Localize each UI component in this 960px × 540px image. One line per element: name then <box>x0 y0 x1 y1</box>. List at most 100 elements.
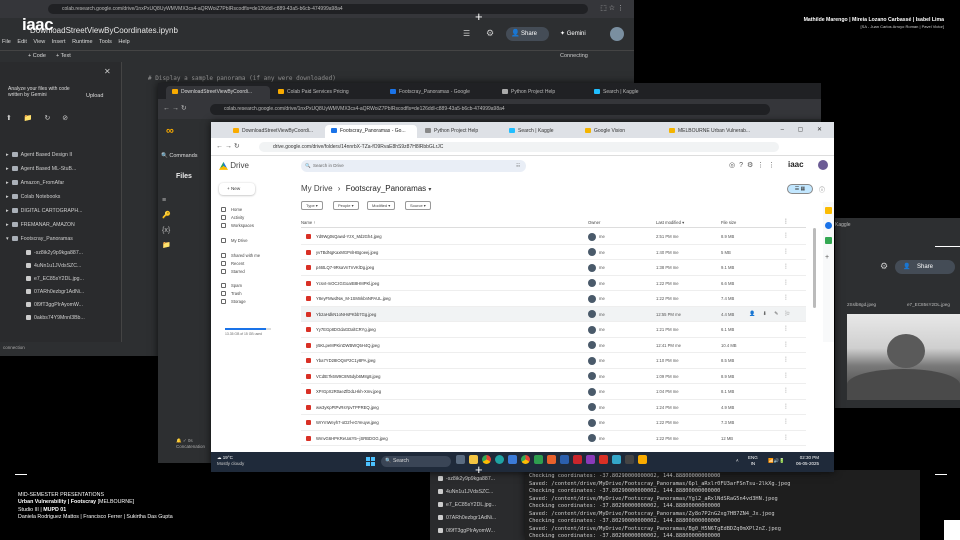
colab-back-url[interactable]: colab.research.google.com/drive/1nxPxUQ8… <box>48 4 588 14</box>
file-row[interactable]: yvTBdNgKaxMGPnlHBgoeej.jpeg me 1:40 PM me 5… <box>301 245 806 260</box>
col-more-icon[interactable]: ⋮ <box>783 218 789 225</box>
row-more-icon[interactable]: ⋮ <box>783 263 789 270</box>
row-more-icon[interactable]: ⋮ <box>783 372 789 379</box>
filter-people-chip[interactable]: People ▾ <box>333 201 359 210</box>
filter-modified-chip[interactable]: Modified ▾ <box>367 201 396 210</box>
app-green-icon[interactable] <box>534 455 543 464</box>
app-blue-icon[interactable] <box>560 455 569 464</box>
task-view-icon[interactable] <box>456 455 465 464</box>
file-row[interactable]: WmvG6HPKReUatY5--jSRBDGG.jpeg me 1:22 PM m… <box>301 431 806 446</box>
comment-icon[interactable]: ☰ <box>463 29 470 38</box>
taskbar-clock[interactable]: 02:30 PM 06-05-2025 <box>796 455 819 467</box>
right-kaggle-tab[interactable]: Kaggle <box>835 222 851 228</box>
row-more-icon[interactable]: ⋮ <box>783 294 789 301</box>
front-tab-python[interactable]: Python Project Help <box>419 125 501 138</box>
breadcrumb-my-drive[interactable]: My Drive <box>301 184 333 193</box>
folder-item[interactable]: ▸ Amazon_FromAfar <box>6 180 64 186</box>
bottom-file-item[interactable]: e7_EC85sY2DL.jpg... <box>438 502 496 508</box>
mid-nav-icons[interactable]: ← → ↻ <box>163 104 187 112</box>
app-red-icon[interactable] <box>599 455 608 464</box>
start-windows-icon[interactable] <box>366 457 375 466</box>
folder-item[interactable]: ▸ DIGITAL CARTOGRAPH... <box>6 208 82 214</box>
file-item[interactable]: e7_EC85sY2DL.jpg... <box>26 276 84 282</box>
filter-source-chip[interactable]: Source ▾ <box>405 201 431 210</box>
row-more-icon[interactable]: ⋮ <box>783 248 789 255</box>
menu-edit[interactable]: Edit <box>17 39 26 45</box>
file-row[interactable]: Yy7EGp8DOdaGDaltCRYg.jpeg me 1:21 PM me 6.1… <box>301 322 806 338</box>
file-row[interactable]: XPrGpX2R0aeZfDdLHkh-Xmv.jpeg me 1:04 PM me… <box>301 384 806 400</box>
row-more-icon[interactable]: ⋮ <box>783 434 789 441</box>
drive-nav-item[interactable]: My Drive <box>221 238 248 244</box>
file-row[interactable]: WrYmWeyh7-oD2f-eGYeuyw.jpeg me 1:22 PM me 7… <box>301 415 806 431</box>
file-row[interactable]: Ycsvt-mOCzGGoarB8HMPKl.jpeg me 1:22 PM me 6… <box>301 276 806 291</box>
mid-tab-colab[interactable]: DownloadStreetViewByCoordi... <box>166 86 270 99</box>
file-row[interactable]: y5KLpeMPKinDWBWQ5H4Q.jpeg me 12:41 PM me 10… <box>301 338 806 353</box>
add-text-button[interactable]: + Text <box>56 53 71 59</box>
edge-icon[interactable] <box>495 455 504 464</box>
window-controls[interactable]: – ▢ ✕ <box>781 126 828 133</box>
panel-upload-button[interactable]: Upload <box>86 93 103 99</box>
mid-tab-kaggle[interactable]: Search | Kaggle <box>588 86 678 99</box>
help-icon[interactable]: ? <box>739 162 747 169</box>
file-row[interactable]: Yb2aHdkN1oNHsPKbb7Gg.jpeg me 12:55 PM me 4.… <box>301 306 806 322</box>
bottom-file-item[interactable]: -sz8ik2y9p9kga887... <box>438 476 495 482</box>
col-modified[interactable]: Last modified ▾ <box>656 220 684 225</box>
colab-share-button[interactable]: 👤 Share <box>506 27 549 41</box>
panel-close-icon[interactable]: ✕ <box>104 67 111 76</box>
drive-scrollbar[interactable] <box>813 228 816 308</box>
row-more-icon[interactable]: ⋮ <box>783 341 789 348</box>
menu-runtime[interactable]: Runtime <box>72 39 92 45</box>
filter-type-chip[interactable]: Type ▾ <box>301 201 323 210</box>
file-item[interactable]: 0akbs74Y9Mnnl3Bb... <box>26 315 85 321</box>
drive-settings-icon[interactable]: ⚙ <box>747 162 757 169</box>
status-check-icon[interactable]: ◎ <box>729 162 739 169</box>
bottom-file-item[interactable]: 0l9fT3ggPIrAyomW... <box>438 528 495 534</box>
mid-commands-label[interactable]: 🔍 Commands <box>161 153 198 159</box>
apps-grid-icon[interactable]: ⋮⋮ <box>757 162 779 169</box>
menu-tools[interactable]: Tools <box>99 39 112 45</box>
file-item[interactable]: 4uNn1u1JVdsSZC... <box>26 263 81 269</box>
drive-search-input[interactable]: 🔍 Search in Drive ☷ <box>301 160 526 172</box>
drive-nav-item[interactable]: Starred <box>221 269 245 275</box>
store-icon[interactable] <box>508 455 517 464</box>
folder-item[interactable]: ▸ FREMANAR_AMAZON <box>6 222 75 228</box>
menu-file[interactable]: File <box>2 39 11 45</box>
calendar-side-icon[interactable] <box>825 207 832 214</box>
row-more-icon[interactable]: ⋮ <box>783 418 789 425</box>
right-share-button[interactable]: 👤 Share <box>895 260 955 274</box>
language-indicator[interactable]: ENG IN <box>748 455 758 467</box>
front-tab-kaggle[interactable]: Search | Kaggle <box>503 125 577 138</box>
info-icon[interactable]: ⓘ <box>819 185 825 194</box>
connecting-status[interactable]: Connecting <box>560 53 588 59</box>
add-code-button[interactable]: + Code <box>28 53 46 59</box>
front-tab-melbourne[interactable]: MELBOURNE Urban Vulnerab... <box>663 125 765 138</box>
row-more-icon[interactable]: ⋮ <box>783 279 789 286</box>
keep-side-icon[interactable] <box>825 222 832 229</box>
user-avatar[interactable] <box>610 27 624 41</box>
drive-nav-item[interactable]: Workspaces <box>221 223 254 229</box>
tray-chevron-icon[interactable]: ˄ <box>736 458 739 464</box>
file-row[interactable]: VCdtE7k6W9C8N5dyb6M8g8.jpeg me 1:09 PM me 8… <box>301 369 806 384</box>
col-name[interactable]: Name ↑ <box>301 220 315 225</box>
drive-nav-item[interactable]: Spam <box>221 283 242 289</box>
file-row[interactable]: Yd9Wg0sQawd-YzX_Md2Gh4.jpeg me 2:51 PM me 8… <box>301 229 806 245</box>
drive-filter-icon[interactable]: ☷ <box>516 160 520 172</box>
file-item[interactable]: 07ARh0ezbgr1AdNi... <box>26 289 84 295</box>
folder-item[interactable]: ▾ Footscray_Panoramas <box>6 236 73 242</box>
chrome-icon-2[interactable] <box>521 455 530 464</box>
file-item[interactable]: 0l9fT3ggPIrAyomW... <box>26 302 83 308</box>
settings-gear-icon[interactable]: ⚙ <box>486 28 494 39</box>
app-cyan-icon[interactable] <box>612 455 621 464</box>
row-more-icon[interactable]: ⋮ <box>783 325 789 332</box>
drive-nav-item[interactable]: Home <box>221 207 242 213</box>
weather-widget[interactable]: ☁ 19°C Mostly cloudy <box>217 455 244 467</box>
row-more-icon[interactable]: ⋮ <box>783 310 789 317</box>
acrobat-icon[interactable] <box>573 455 582 464</box>
folder-dropdown-icon[interactable]: ▾ <box>428 187 431 193</box>
add-on-plus-icon[interactable]: + <box>825 254 829 261</box>
row-more-icon[interactable]: ⋮ <box>783 356 789 363</box>
row-more-icon[interactable]: ⋮ <box>783 403 789 410</box>
wifi-volume-battery-icons[interactable]: 📶🔊🔋 <box>768 458 785 464</box>
app-orange-icon[interactable] <box>547 455 556 464</box>
mid-tab-python[interactable]: Python Project Help <box>496 86 586 99</box>
